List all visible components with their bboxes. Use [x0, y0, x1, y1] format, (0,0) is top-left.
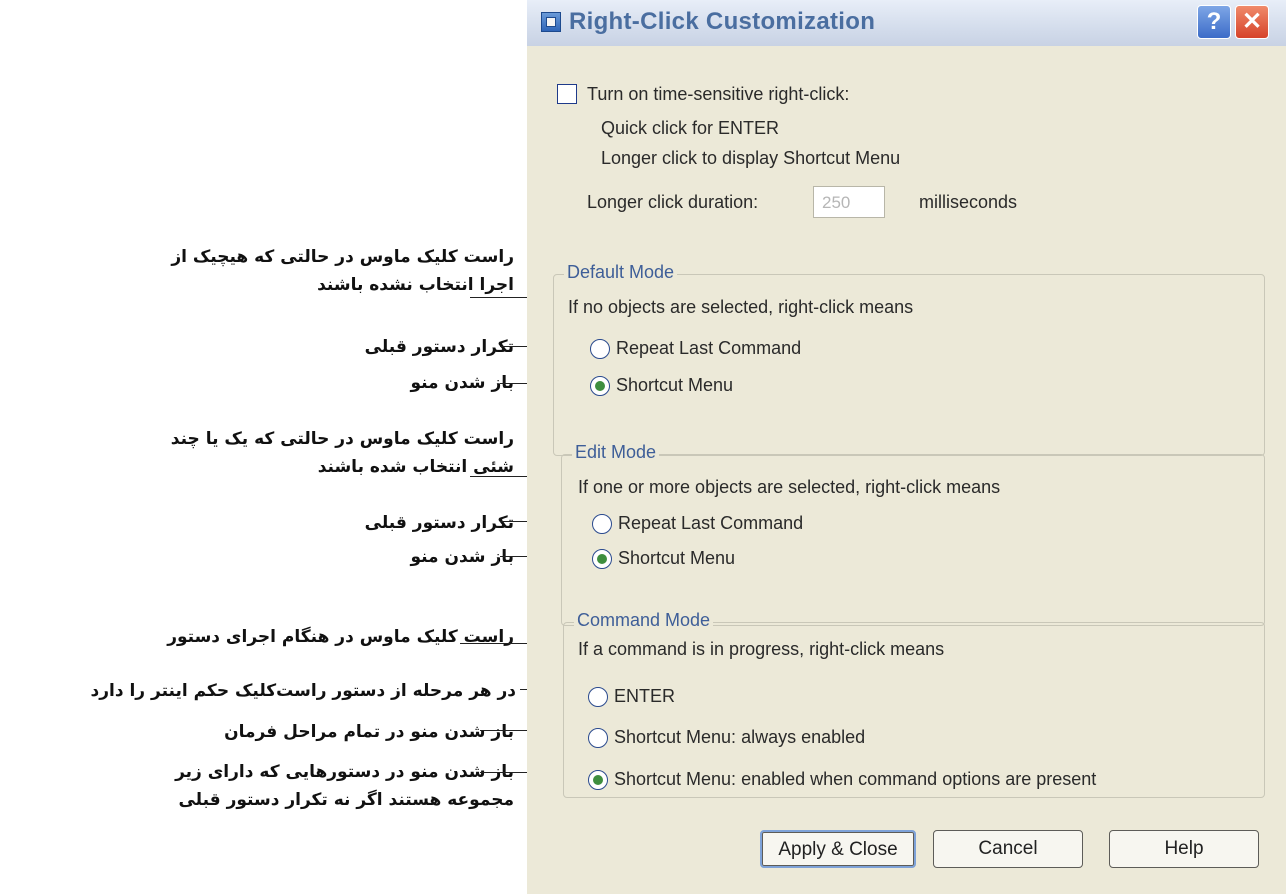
default-mode-group: Default Mode If no objects are selected,… — [553, 262, 1265, 456]
title-bar[interactable]: Right-Click Customization ? ✕ — [527, 0, 1286, 46]
annotation-command-enter: در هر مرحله از دستور راست‌کلیک حکم اینتر… — [90, 681, 517, 701]
app-icon — [541, 12, 561, 32]
duration-input[interactable]: 250 — [813, 186, 885, 218]
command-mode-desc: If a command is in progress, right-click… — [578, 639, 945, 659]
time-sensitive-label[interactable]: Turn on time-sensitive right-click: — [587, 84, 849, 105]
default-mode-desc: If no objects are selected, right-click … — [568, 297, 914, 317]
command-options-label[interactable]: Shortcut Menu: enabled when command opti… — [614, 769, 1096, 790]
quick-click-text: Quick click for ENTER — [601, 118, 780, 138]
annotation-default-desc-1: راست کلیک ماوس در حالتی که هیچیک از — [171, 247, 514, 267]
annotation-command-always: باز شدن منو در تمام مراحل فرمان — [224, 722, 514, 742]
time-sensitive-checkbox[interactable] — [557, 84, 577, 104]
default-shortcut-label[interactable]: Shortcut Menu — [616, 375, 733, 396]
edit-repeat-label[interactable]: Repeat Last Command — [618, 513, 803, 534]
edit-mode-group: Edit Mode If one or more objects are sel… — [561, 442, 1265, 626]
duration-label: Longer click duration: — [587, 192, 759, 212]
command-enter-radio[interactable] — [588, 687, 608, 707]
command-always-radio[interactable] — [588, 728, 608, 748]
apply-close-button[interactable]: Apply & Close — [760, 830, 916, 868]
default-repeat-radio[interactable] — [590, 339, 610, 359]
right-click-customization-dialog: Right-Click Customization ? ✕ Turn on ti… — [527, 0, 1286, 894]
annotation-default-menu: باز شدن منو — [410, 373, 514, 393]
edit-mode-title: Edit Mode — [572, 442, 660, 463]
help-button[interactable]: Help — [1109, 830, 1259, 868]
title-help-button[interactable]: ? — [1197, 5, 1231, 39]
annotation-default-desc-2: اجرا انتخاب نشده باشند — [317, 275, 514, 295]
dialog-body: Turn on time-sensitive right-click: Quic… — [527, 46, 1286, 894]
annotation-command-options-2: مجموعه هستند اگر نه تکرار دستور قبلی — [178, 790, 514, 810]
close-button[interactable]: ✕ — [1235, 5, 1269, 39]
cancel-button[interactable]: Cancel — [933, 830, 1083, 868]
annotation-command-desc: راست کلیک ماوس در هنگام اجرای دستور — [167, 627, 514, 647]
window-title: Right-Click Customization — [569, 8, 876, 35]
edit-mode-desc: If one or more objects are selected, rig… — [578, 477, 1001, 497]
default-shortcut-radio[interactable] — [590, 376, 610, 396]
annotation-edit-repeat: تکرار دستور قبلی — [364, 513, 514, 533]
edit-shortcut-label[interactable]: Shortcut Menu — [618, 548, 735, 569]
command-mode-title: Command Mode — [574, 610, 714, 631]
annotation-edit-menu: باز شدن منو — [410, 547, 514, 567]
annotation-command-options-1: باز شدن منو در دستورهایی که دارای زیر — [175, 762, 514, 782]
annotation-edit-desc-1: راست کلیک ماوس در حالتی که یک یا چند — [170, 429, 514, 449]
duration-unit: milliseconds — [919, 192, 1018, 212]
edit-shortcut-radio[interactable] — [592, 549, 612, 569]
command-mode-group: Command Mode If a command is in progress… — [563, 610, 1265, 798]
default-mode-title: Default Mode — [564, 262, 678, 283]
annotation-default-repeat: تکرار دستور قبلی — [364, 337, 514, 357]
command-enter-label[interactable]: ENTER — [614, 686, 675, 707]
edit-repeat-radio[interactable] — [592, 514, 612, 534]
default-repeat-label[interactable]: Repeat Last Command — [616, 338, 801, 359]
command-options-radio[interactable] — [588, 770, 608, 790]
longer-click-text: Longer click to display Shortcut Menu — [601, 148, 901, 168]
command-always-label[interactable]: Shortcut Menu: always enabled — [614, 727, 865, 748]
